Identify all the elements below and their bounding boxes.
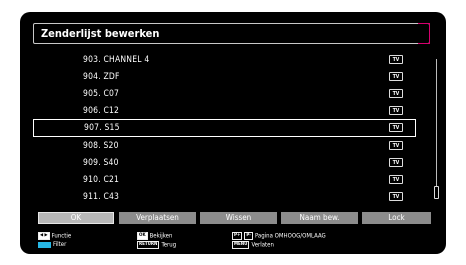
tv-icon: TV: [389, 106, 403, 115]
hint-exit: MENU Verlaten: [232, 241, 274, 250]
channel-name: 909. S40: [83, 158, 119, 168]
rename-button[interactable]: Naam bew.: [281, 212, 358, 224]
page-up-key-icon: P+: [232, 232, 243, 240]
cyan-key-icon: [38, 241, 51, 248]
hint-function-text: Functie: [51, 232, 72, 240]
return-key-icon: RETURN: [137, 241, 160, 249]
channel-name: 910. C21: [83, 175, 120, 185]
lock-button[interactable]: Lock: [362, 212, 431, 224]
channel-row[interactable]: 909. S40 TV: [33, 154, 416, 172]
hint-page-text: Pagina OMHOOG/OMLAAG: [254, 232, 326, 240]
channel-row[interactable]: 903. CHANNEL 4 TV: [33, 51, 416, 69]
tv-icon: TV: [389, 175, 403, 184]
channel-list-screen: Zenderlijst bewerken 903. CHANNEL 4 TV 9…: [20, 12, 446, 254]
title-accent: [418, 23, 430, 44]
channel-name: 911. C43: [83, 192, 120, 202]
hint-exit-text: Verlaten: [251, 241, 274, 249]
menu-key-icon: MENU: [232, 241, 250, 249]
page-title: Zenderlijst bewerken: [33, 23, 430, 44]
tv-icon: TV: [389, 141, 403, 150]
channel-row[interactable]: 908. S20 TV: [33, 137, 416, 155]
channel-name: 903. CHANNEL 4: [83, 55, 150, 65]
hint-page: P+ P- Pagina OMHOOG/OMLAAG: [232, 232, 326, 241]
left-right-arrows-icon: ◀ ▶: [38, 232, 50, 240]
tv-icon: TV: [389, 89, 403, 98]
ok-key-icon: OK: [137, 232, 148, 240]
channel-name: 907. S15: [84, 123, 120, 133]
tv-icon: TV: [389, 72, 403, 81]
hint-view: OK Bekijken: [137, 232, 172, 241]
channel-row[interactable]: 904. ZDF TV: [33, 68, 416, 86]
hint-filter-text: Filter: [53, 241, 67, 248]
tv-icon: TV: [389, 192, 403, 201]
hint-filter: Filter: [38, 241, 66, 249]
action-bar: OK Verplaatsen Wissen Naam bew. Lock: [38, 212, 431, 224]
tv-icon: TV: [389, 123, 403, 132]
move-button[interactable]: Verplaatsen: [119, 212, 196, 224]
hint-back: RETURN Terug: [137, 241, 176, 250]
channel-row[interactable]: 905. C07 TV: [33, 85, 416, 103]
page-down-key-icon: P-: [244, 232, 253, 240]
channel-name: 905. C07: [83, 89, 120, 99]
hint-function: ◀ ▶ Functie: [38, 232, 71, 241]
ok-button[interactable]: OK: [38, 212, 114, 224]
channel-name: 906. C12: [83, 106, 120, 116]
tv-icon: TV: [389, 158, 403, 167]
scrollbar-track[interactable]: [436, 59, 437, 199]
hint-view-text: Bekijken: [149, 232, 173, 240]
delete-button[interactable]: Wissen: [200, 212, 277, 224]
channel-name: 908. S20: [83, 141, 119, 151]
channel-row[interactable]: 911. C43 TV: [33, 188, 416, 206]
scrollbar-thumb[interactable]: [434, 186, 439, 199]
channel-row[interactable]: 910. C21 TV: [33, 171, 416, 189]
hint-back-text: Terug: [161, 241, 177, 249]
channel-row-selected[interactable]: 907. S15 TV: [33, 119, 416, 137]
channel-row[interactable]: 906. C12 TV: [33, 102, 416, 120]
page-title-text: Zenderlijst bewerken: [41, 27, 160, 40]
channel-list: 903. CHANNEL 4 TV 904. ZDF TV 905. C07 T…: [33, 51, 439, 211]
tv-icon: TV: [389, 55, 403, 64]
channel-name: 904. ZDF: [83, 72, 120, 82]
